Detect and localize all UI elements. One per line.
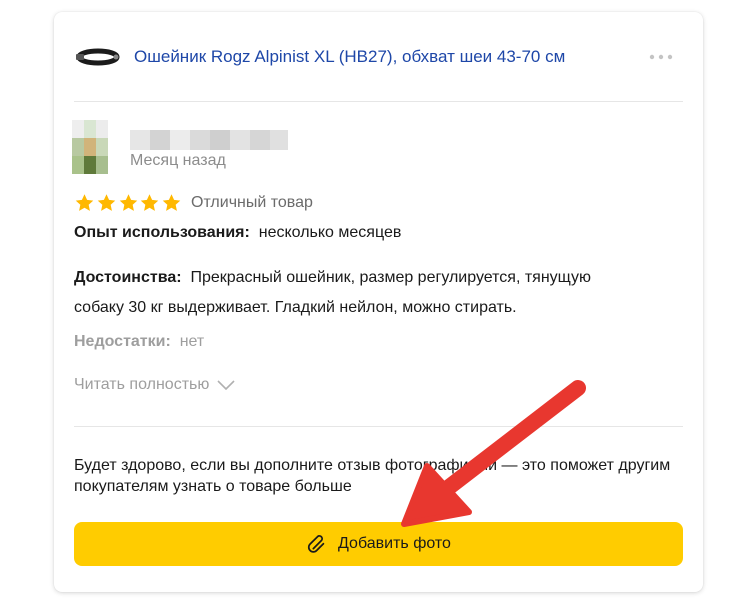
author-name-blurred [130, 130, 288, 150]
divider [74, 101, 683, 102]
cons-row: Недостатки: нет [74, 333, 204, 351]
photo-prompt-text: Будет здорово, если вы дополните отзыв ф… [74, 457, 671, 495]
usage-row: Опыт использования: несколько месяцев [74, 224, 401, 242]
usage-value: несколько месяцев [258, 224, 402, 241]
cons-value: нет [179, 333, 205, 350]
add-photo-label: Добавить фото [338, 535, 451, 552]
usage-label: Опыт использования: [74, 224, 250, 241]
more-icon[interactable] [649, 54, 673, 60]
star-icon [97, 194, 116, 211]
cons-label: Недостатки: [74, 333, 171, 350]
collar-icon [76, 48, 120, 66]
rating-text: Отличный товар [191, 194, 313, 211]
chevron-down-icon [217, 380, 235, 390]
add-photo-button[interactable]: Добавить фото [74, 522, 683, 566]
star-icon [75, 194, 94, 211]
divider [74, 426, 683, 427]
review-date: Месяц назад [130, 152, 226, 169]
rating-stars [74, 193, 183, 213]
pros-row: Достоинства: Прекрасный ошейник, размер … [74, 263, 644, 323]
star-icon [119, 194, 137, 211]
pros-label: Достоинства: [74, 269, 182, 286]
star-icon [162, 194, 181, 211]
product-title-link[interactable]: Ошейник Rogz Alpinist XL (HB27), обхват … [134, 46, 565, 68]
avatar[interactable] [72, 120, 108, 174]
review-card: Ошейник Rogz Alpinist XL (HB27), обхват … [54, 12, 703, 592]
read-more-link[interactable]: Читать полностью [74, 376, 235, 394]
paperclip-icon [307, 535, 325, 553]
read-more-label: Читать полностью [74, 376, 210, 393]
product-header: Ошейник Rogz Alpinist XL (HB27), обхват … [74, 42, 683, 72]
star-icon [141, 194, 159, 211]
